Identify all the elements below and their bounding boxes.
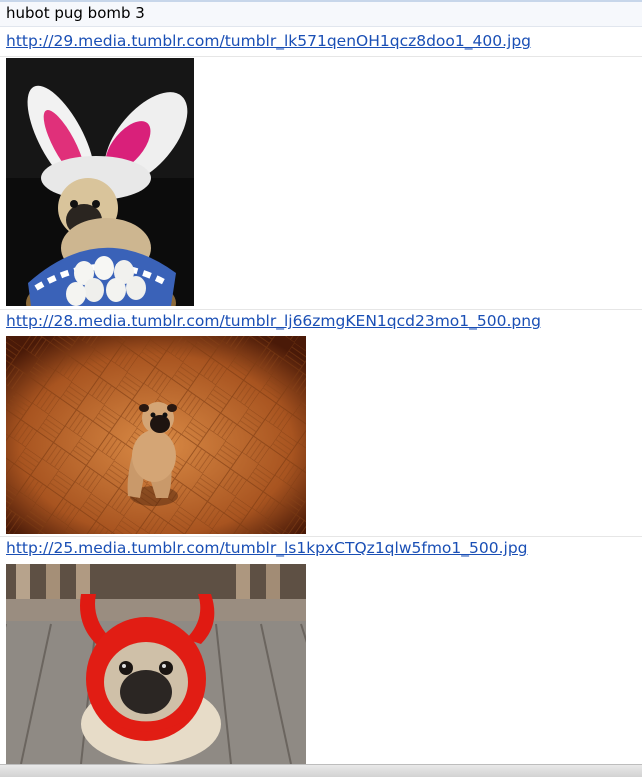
image-pug-bunny[interactable] [6, 58, 194, 306]
image-pug-devil[interactable] [6, 564, 306, 764]
image-pug-floor[interactable] [6, 336, 306, 534]
window-bottom-edge [0, 764, 642, 777]
image-link[interactable]: http://25.media.tumblr.com/tumblr_ls1kpx… [6, 539, 528, 557]
command-text: hubot pug bomb 3 [6, 4, 145, 22]
message-divider [0, 536, 642, 537]
image-link[interactable]: http://28.media.tumblr.com/tumblr_lj66zm… [6, 312, 541, 330]
message-divider [0, 309, 642, 310]
command-message: hubot pug bomb 3 [0, 0, 642, 27]
message-divider [0, 56, 642, 57]
image-link[interactable]: http://29.media.tumblr.com/tumblr_lk571q… [6, 32, 531, 50]
